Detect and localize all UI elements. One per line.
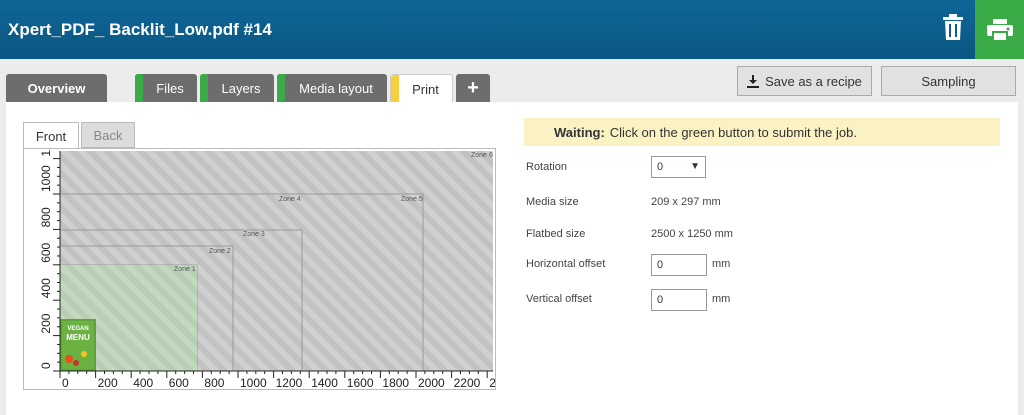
x-tick-label: 600	[169, 376, 189, 389]
zone-label: Zone 6	[471, 152, 493, 159]
add-tab-button[interactable]: +	[456, 74, 490, 102]
status-indicator	[277, 74, 285, 102]
thumbnail-title: VEGAN	[67, 326, 88, 332]
y-tick-label: 200	[39, 313, 53, 333]
media-size-label: Media size	[526, 196, 579, 208]
y-tick-label: 0	[39, 362, 53, 369]
status-label: Waiting:	[554, 124, 605, 140]
y-axis: 0 200 400 600 800 1000 1200	[39, 149, 61, 372]
sampling-label: Sampling	[921, 73, 976, 89]
tab-media-layout[interactable]: Media layout	[277, 74, 387, 102]
media-size-value: 209 x 297 mm	[651, 196, 721, 208]
flatbed-preview: Zone 1 Zone 2 Zone 3 Zone 4 Zone 5 Zone …	[23, 148, 496, 390]
x-tick-label: 400	[133, 376, 153, 389]
vertical-offset-unit: mm	[712, 293, 731, 305]
tab-overview[interactable]: Overview	[6, 74, 107, 102]
rotation-select[interactable]: 0 ▼	[651, 156, 706, 178]
tab-front[interactable]: Front	[23, 122, 79, 149]
vertical-offset-input[interactable]	[651, 289, 707, 311]
x-tick-label: 200	[98, 376, 118, 389]
zone-label: Zone 3	[243, 231, 265, 238]
x-tick-label: 1800	[382, 376, 409, 389]
x-tick-label: 1200	[276, 376, 303, 389]
save-recipe-label: Save as a recipe	[765, 73, 862, 89]
vertical-offset-label: Vertical offset	[526, 293, 592, 305]
x-tick-label: 2200	[454, 376, 481, 389]
caret-down-icon: ▼	[690, 161, 700, 172]
tab-label: Media layout	[299, 80, 373, 96]
front-label: Front	[35, 128, 67, 144]
flatbed-canvas: Zone 1 Zone 2 Zone 3 Zone 4 Zone 5 Zone …	[39, 149, 495, 389]
tab-layers[interactable]: Layers	[200, 74, 274, 102]
x-tick-label: 24	[489, 376, 495, 389]
status-indicator	[391, 75, 399, 103]
download-icon	[747, 74, 760, 88]
flatbed-size-value: 2500 x 1250 mm	[651, 228, 733, 240]
tab-label: Overview	[27, 80, 86, 96]
delete-button[interactable]	[932, 6, 974, 48]
y-tick-label: 1000	[39, 165, 53, 192]
y-tick-label: 400	[39, 278, 53, 298]
x-tick-label: 1400	[311, 376, 338, 389]
x-tick-label: 0	[62, 376, 69, 389]
status-indicator	[135, 74, 143, 102]
tab-files[interactable]: Files	[135, 74, 197, 102]
trash-icon	[943, 14, 963, 40]
x-axis: 0 200 400 600 800 1000 1200 1400 1600 1800 2000 220…	[59, 370, 495, 389]
zone-label: Zone 5	[401, 196, 423, 203]
tab-print[interactable]: Print	[390, 74, 453, 103]
y-tick-label: 800	[39, 207, 53, 227]
flatbed-size-label: Flatbed size	[526, 228, 586, 240]
thumbnail-subtitle: MENU	[66, 333, 90, 342]
zone-label: Zone 1	[174, 266, 196, 273]
zone-label: Zone 4	[279, 196, 301, 203]
status-message: Click on the green button to submit the …	[609, 124, 857, 140]
job-title: Xpert_PDF_ Backlit_Low.pdf #14	[8, 20, 272, 39]
rotation-value: 0	[657, 161, 664, 173]
y-tick-label: 1200	[39, 149, 53, 157]
tab-back[interactable]: Back	[81, 122, 135, 148]
back-label: Back	[93, 127, 123, 143]
status-banner: Waiting: Click on the green button to su…	[524, 118, 1000, 146]
submit-print-button[interactable]	[975, 0, 1024, 59]
plus-icon: +	[467, 76, 479, 99]
horizontal-offset-label: Horizontal offset	[526, 258, 606, 270]
sampling-button[interactable]: Sampling	[881, 66, 1016, 96]
horizontal-offset-unit: mm	[712, 258, 731, 270]
printer-icon	[986, 18, 1013, 41]
zone-label: Zone 2	[209, 248, 231, 255]
x-tick-label: 800	[204, 376, 224, 389]
tab-label: Layers	[221, 80, 261, 96]
horizontal-offset-input[interactable]	[651, 254, 707, 276]
tab-label: Print	[412, 81, 439, 97]
x-tick-label: 1000	[240, 376, 267, 389]
rotation-label: Rotation	[526, 161, 567, 173]
status-indicator	[200, 74, 208, 102]
save-recipe-button[interactable]: Save as a recipe	[737, 66, 872, 96]
header-bar: Xpert_PDF_ Backlit_Low.pdf #14	[0, 0, 1024, 59]
x-tick-label: 1600	[347, 376, 374, 389]
media-thumbnail: VEGAN MENU	[60, 319, 96, 371]
x-tick-label: 2000	[418, 376, 445, 389]
y-tick-label: 600	[39, 242, 53, 262]
tab-label: Files	[156, 80, 184, 96]
